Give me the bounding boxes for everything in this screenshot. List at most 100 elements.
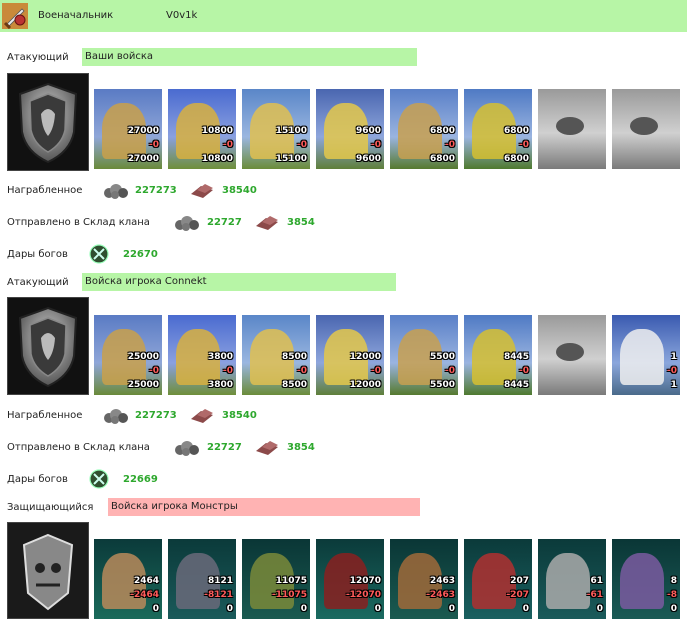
clan-ore-value: 22727: [207, 217, 242, 228]
tree-icon: [556, 343, 584, 361]
unit-card-empty[interactable]: [538, 89, 606, 169]
unit-card-empty[interactable]: [538, 315, 606, 395]
tree-icon: [556, 117, 584, 135]
unit-card-archer[interactable]: 5500 -0 5500: [390, 315, 458, 395]
mage-portrait-icon: [620, 329, 664, 385]
unit-loss: -61: [586, 590, 603, 600]
unit-loss: -207: [506, 590, 529, 600]
unit-count: 11075: [275, 576, 307, 586]
loot-label: Награбленное: [7, 410, 83, 421]
unit-loss: -0: [223, 366, 233, 376]
unit-remaining: 27000: [127, 154, 159, 164]
unit-count: 12000: [349, 352, 381, 362]
unit-loss: -8: [667, 590, 677, 600]
unit-count: 6800: [503, 126, 529, 136]
unit-remaining: 0: [522, 604, 529, 614]
unit-remaining: 0: [670, 604, 677, 614]
army-name[interactable]: Войска игрока Монстры: [108, 498, 420, 516]
unit-remaining: 6800: [429, 154, 455, 164]
unit-loss: -0: [297, 140, 307, 150]
unit-remaining: 9600: [355, 154, 381, 164]
clan-ore-value: 22727: [207, 442, 242, 453]
loot-ore-value: 227273: [135, 185, 177, 196]
unit-card-m5[interactable]: 2463 -2463 0: [390, 539, 458, 619]
unit-card-m4[interactable]: 12070 -12070 0: [316, 539, 384, 619]
unit-loss: -12070: [345, 590, 381, 600]
m7-portrait-icon: [546, 553, 590, 609]
resource-icon: [189, 405, 215, 425]
unit-card-m6[interactable]: 207 -207 0: [464, 539, 532, 619]
unit-card-monk[interactable]: 8445 -0 8445: [464, 315, 532, 395]
unit-card-cavalry[interactable]: 27000 -0 27000: [94, 89, 162, 169]
page-title: Военачальник: [38, 10, 114, 21]
unit-loss: -2464: [130, 590, 159, 600]
unit-count: 207: [510, 576, 529, 586]
resource-icon: [189, 180, 215, 200]
unit-count: 9600: [355, 126, 381, 136]
unit-card-archer[interactable]: 6800 -0 6800: [390, 89, 458, 169]
tree-icon: [630, 117, 658, 135]
unit-count: 8121: [207, 576, 233, 586]
unit-card-m1[interactable]: 2464 -2464 0: [94, 539, 162, 619]
unit-count: 3800: [207, 352, 233, 362]
unit-remaining: 1: [670, 380, 677, 390]
clan-label: Отправлено в Склад клана: [7, 442, 150, 453]
unit-loss: -0: [519, 366, 529, 376]
unit-card-m2[interactable]: 8121 -8121 0: [168, 539, 236, 619]
loot-ore-value: 227273: [135, 410, 177, 421]
army-name[interactable]: Ваши войска: [82, 48, 417, 66]
unit-card-griffin[interactable]: 9600 -0 9600: [316, 89, 384, 169]
unit-remaining: 8445: [503, 380, 529, 390]
unit-count: 27000: [127, 126, 159, 136]
unit-card-paladin[interactable]: 3800 -0 3800: [168, 315, 236, 395]
unit-loss: -0: [297, 366, 307, 376]
clan-label: Отправлено в Склад клана: [7, 217, 150, 228]
knight-crest-icon: [7, 73, 89, 171]
unit-card-m7[interactable]: 61 -61 0: [538, 539, 606, 619]
unit-remaining: 0: [300, 604, 307, 614]
unit-count: 8445: [503, 352, 529, 362]
unit-remaining: 0: [226, 604, 233, 614]
defender-label: Защищающийся: [7, 502, 94, 513]
unit-card-knight[interactable]: 15100 -0 15100: [242, 89, 310, 169]
unit-count: 12070: [349, 576, 381, 586]
unit-card-empty[interactable]: [612, 89, 680, 169]
gifts-value: 22670: [123, 249, 158, 260]
unit-card-monk[interactable]: 6800 -0 6800: [464, 89, 532, 169]
unit-loss: -2463: [426, 590, 455, 600]
unit-remaining: 0: [152, 604, 159, 614]
unit-card-m8[interactable]: 8 -8 0: [612, 539, 680, 619]
unit-count: 61: [590, 576, 603, 586]
ore-icon: [103, 405, 129, 425]
unit-count: 6800: [429, 126, 455, 136]
unit-card-griffin[interactable]: 12000 -0 12000: [316, 315, 384, 395]
unit-count: 8500: [281, 352, 307, 362]
player-name[interactable]: V0v1k: [166, 10, 197, 21]
unit-card-mage[interactable]: 1 -0 1: [612, 315, 680, 395]
unit-remaining: 15100: [275, 154, 307, 164]
header-bar: Военачальник V0v1k: [0, 0, 687, 32]
knight-crest-icon: [7, 297, 89, 395]
unit-loss: -11075: [271, 590, 307, 600]
unit-remaining: 6800: [503, 154, 529, 164]
unit-count: 10800: [201, 126, 233, 136]
attacker-label: Атакующий: [7, 277, 69, 288]
resource-icon: [254, 437, 280, 457]
m8-portrait-icon: [620, 553, 664, 609]
gifts-label: Дары богов: [7, 249, 68, 260]
unit-remaining: 10800: [201, 154, 233, 164]
gifts-label: Дары богов: [7, 474, 68, 485]
army-name[interactable]: Войска игрока Connekt: [82, 273, 396, 291]
loot-res-value: 38540: [222, 185, 257, 196]
unit-loss: -0: [445, 366, 455, 376]
unit-loss: -0: [223, 140, 233, 150]
unit-card-knight[interactable]: 8500 -0 8500: [242, 315, 310, 395]
unit-loss: -0: [371, 140, 381, 150]
unit-count: 25000: [127, 352, 159, 362]
unit-count: 2463: [429, 576, 455, 586]
unit-card-paladin[interactable]: 10800 -0 10800: [168, 89, 236, 169]
unit-card-cavalry[interactable]: 25000 -0 25000: [94, 315, 162, 395]
unit-card-m3[interactable]: 11075 -11075 0: [242, 539, 310, 619]
monster-crest-icon: [7, 522, 89, 619]
unit-count: 15100: [275, 126, 307, 136]
